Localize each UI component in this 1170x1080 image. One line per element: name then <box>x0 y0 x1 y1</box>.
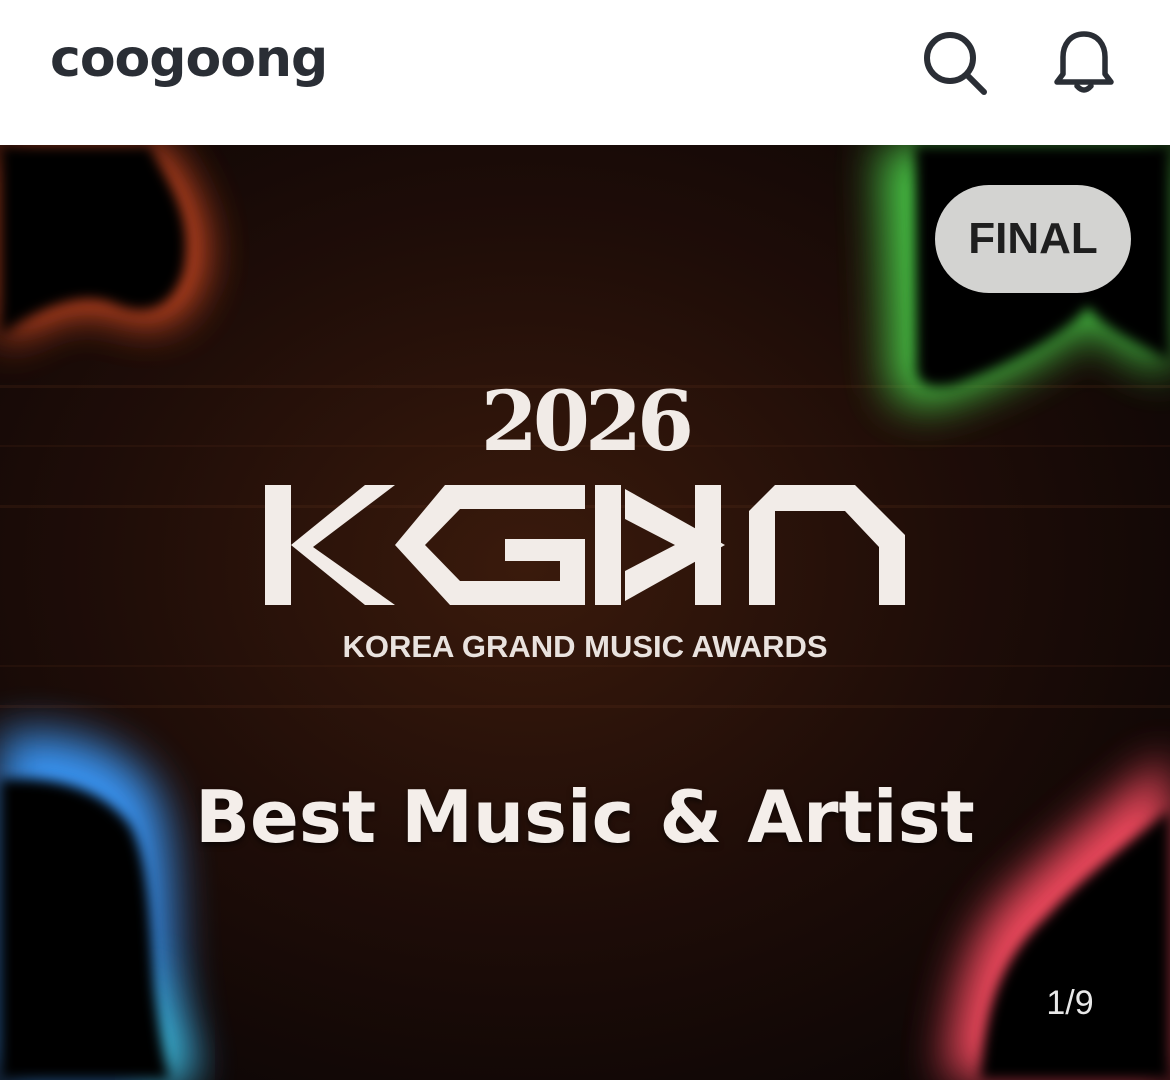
event-subtitle: KOREA GRAND MUSIC AWARDS <box>342 629 828 664</box>
final-badge: FINAL <box>935 185 1131 293</box>
event-banner[interactable]: FINAL 2026 KOREA GRAND MUSIC AWARDS Best… <box>0 145 1170 1080</box>
carousel-page-indicator: 1/9 <box>1046 984 1094 1022</box>
notifications-button[interactable] <box>1048 26 1120 98</box>
search-icon <box>924 32 987 95</box>
event-year: 2026 <box>480 374 694 470</box>
bell-icon <box>1054 31 1114 93</box>
kgma-logo <box>255 475 915 615</box>
kgma-wordmark <box>265 485 905 605</box>
banner-headline: Best Music & Artist <box>195 775 975 859</box>
app-logo[interactable]: coogoong <box>50 24 328 94</box>
app-header: coogoong <box>0 0 1170 145</box>
search-button[interactable] <box>918 26 990 98</box>
